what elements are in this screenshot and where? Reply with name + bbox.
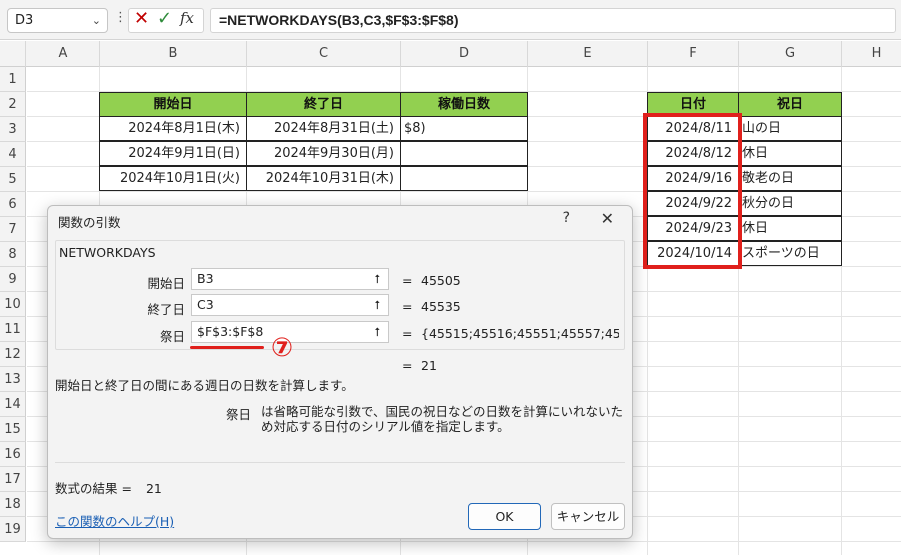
row-header[interactable]: 6 bbox=[0, 192, 26, 217]
arg-equals: = bbox=[402, 326, 413, 341]
formula-input[interactable]: =NETWORKDAYS(B3,C3,$F$3:$F$8) bbox=[210, 8, 896, 33]
arg-equals: = bbox=[402, 299, 413, 314]
column-header-c[interactable]: C bbox=[247, 41, 401, 67]
arg-equals: = bbox=[402, 273, 413, 288]
row-header[interactable]: 18 bbox=[0, 492, 26, 517]
function-description: 開始日と終了日の間にある週日の日数を計算します。 bbox=[55, 378, 354, 393]
column-header-b[interactable]: B bbox=[100, 41, 247, 67]
result-value: 21 bbox=[145, 481, 162, 496]
table-cell[interactable]: 休日 bbox=[738, 216, 842, 241]
arg-input-start-date[interactable]: B3 bbox=[191, 268, 388, 290]
total-equals: = bbox=[402, 358, 413, 373]
arg-label-holidays: 祭日 bbox=[159, 329, 185, 344]
formula-bar: D3 ⌄ ⋮ ✕ ✓ fx =NETWORKDAYS(B3,C3,$F$3:$F… bbox=[0, 0, 901, 40]
function-name: NETWORKDAYS bbox=[59, 245, 156, 260]
row-header[interactable]: 19 bbox=[0, 517, 26, 542]
table-header-workdays[interactable]: 稼働日数 bbox=[400, 92, 528, 117]
collapse-dialog-icon[interactable]: ⭡ bbox=[367, 268, 389, 290]
row-header[interactable]: 10 bbox=[0, 292, 26, 317]
table-cell[interactable] bbox=[400, 141, 528, 166]
row-header[interactable]: 17 bbox=[0, 467, 26, 492]
formula-result: 数式の結果 = 21 bbox=[55, 478, 162, 497]
row-header[interactable]: 14 bbox=[0, 392, 26, 417]
dialog-title: 関数の引数 bbox=[58, 215, 121, 230]
gridline bbox=[27, 541, 901, 542]
row-header[interactable]: 16 bbox=[0, 442, 26, 467]
row-header[interactable]: 8 bbox=[0, 242, 26, 267]
row-header[interactable]: 1 bbox=[0, 67, 26, 92]
table-header-start-date[interactable]: 開始日 bbox=[99, 92, 247, 117]
column-header-e[interactable]: E bbox=[528, 41, 648, 67]
chevron-down-icon[interactable]: ⌄ bbox=[92, 9, 101, 32]
arg-result-end-date: 45535 bbox=[421, 299, 461, 314]
arg-result-holidays: {45515;45516;45551;45557;45558 bbox=[421, 326, 619, 341]
column-headers: A B C D E F G H bbox=[0, 41, 901, 67]
collapse-dialog-icon[interactable]: ⭡ bbox=[367, 294, 389, 316]
table-cell[interactable]: 2024年10月31日(木) bbox=[246, 166, 401, 191]
cancel-icon[interactable]: ✕ bbox=[134, 8, 149, 30]
table-cell[interactable]: 敬老の日 bbox=[738, 166, 842, 191]
row-header[interactable]: 15 bbox=[0, 417, 26, 442]
table-cell[interactable]: 山の日 bbox=[738, 116, 842, 141]
function-arguments-dialog: 関数の引数 ? ✕ NETWORKDAYS 開始日 B3 ⭡ = 45505 終… bbox=[47, 205, 633, 539]
table-cell[interactable]: 秋分の日 bbox=[738, 191, 842, 216]
close-icon[interactable]: ✕ bbox=[601, 209, 614, 228]
active-cell-d3[interactable]: $8) bbox=[400, 116, 528, 141]
name-box[interactable]: D3 ⌄ bbox=[7, 8, 108, 33]
table-cell[interactable]: 2024年8月1日(木) bbox=[99, 116, 247, 141]
param-name: 祭日 bbox=[226, 407, 252, 422]
result-label: 数式の結果 = bbox=[55, 481, 132, 496]
table-cell[interactable]: 2024年9月30日(月) bbox=[246, 141, 401, 166]
arg-result-start-date: 45505 bbox=[421, 273, 461, 288]
row-header[interactable]: 12 bbox=[0, 342, 26, 367]
row-header[interactable]: 2 bbox=[0, 92, 26, 117]
function-help-link[interactable]: この関数のヘルプ(H) bbox=[55, 511, 174, 530]
table-cell[interactable]: 2024年9月1日(日) bbox=[99, 141, 247, 166]
collapse-dialog-icon[interactable]: ⭡ bbox=[367, 321, 389, 343]
insert-function-icon[interactable]: fx bbox=[180, 9, 194, 27]
row-header[interactable]: 13 bbox=[0, 367, 26, 392]
table-header-end-date[interactable]: 終了日 bbox=[246, 92, 401, 117]
arg-label-end-date: 終了日 bbox=[147, 302, 185, 317]
step-number-marker: ⑦ bbox=[270, 333, 293, 363]
range-highlight bbox=[643, 113, 742, 269]
row-header[interactable]: 7 bbox=[0, 217, 26, 242]
table-cell[interactable]: 2024年10月1日(火) bbox=[99, 166, 247, 191]
arg-label-start-date: 開始日 bbox=[147, 276, 185, 291]
table-header-holiday[interactable]: 祝日 bbox=[738, 92, 842, 117]
enter-icon[interactable]: ✓ bbox=[157, 8, 172, 30]
column-header-f[interactable]: F bbox=[648, 41, 739, 67]
column-header-g[interactable]: G bbox=[739, 41, 842, 67]
row-header[interactable]: 11 bbox=[0, 317, 26, 342]
row-header[interactable]: 3 bbox=[0, 117, 26, 142]
row-header[interactable]: 9 bbox=[0, 267, 26, 292]
table-cell[interactable]: スポーツの日 bbox=[738, 241, 842, 266]
param-description: は省略可能な引数で、国民の祝日などの日数を計算にいれないため対応する日付のシリア… bbox=[261, 404, 624, 434]
more-options-icon[interactable]: ⋮ bbox=[114, 10, 127, 25]
table-cell[interactable]: 2024年8月31日(土) bbox=[246, 116, 401, 141]
column-header-h[interactable]: H bbox=[842, 41, 901, 67]
annotation-underline bbox=[190, 346, 264, 349]
help-icon[interactable]: ? bbox=[563, 210, 570, 226]
ok-button[interactable]: OK bbox=[468, 503, 541, 530]
name-box-value: D3 bbox=[15, 13, 34, 28]
select-all-corner[interactable] bbox=[0, 41, 26, 67]
divider bbox=[55, 462, 625, 463]
cancel-button[interactable]: キャンセル bbox=[551, 503, 625, 530]
column-header-a[interactable]: A bbox=[27, 41, 100, 67]
row-header[interactable]: 4 bbox=[0, 142, 26, 167]
table-cell[interactable] bbox=[400, 166, 528, 191]
table-cell[interactable]: 休日 bbox=[738, 141, 842, 166]
column-header-d[interactable]: D bbox=[401, 41, 528, 67]
total-result: 21 bbox=[421, 358, 437, 373]
row-header[interactable]: 5 bbox=[0, 167, 26, 192]
arg-input-end-date[interactable]: C3 bbox=[191, 294, 388, 316]
